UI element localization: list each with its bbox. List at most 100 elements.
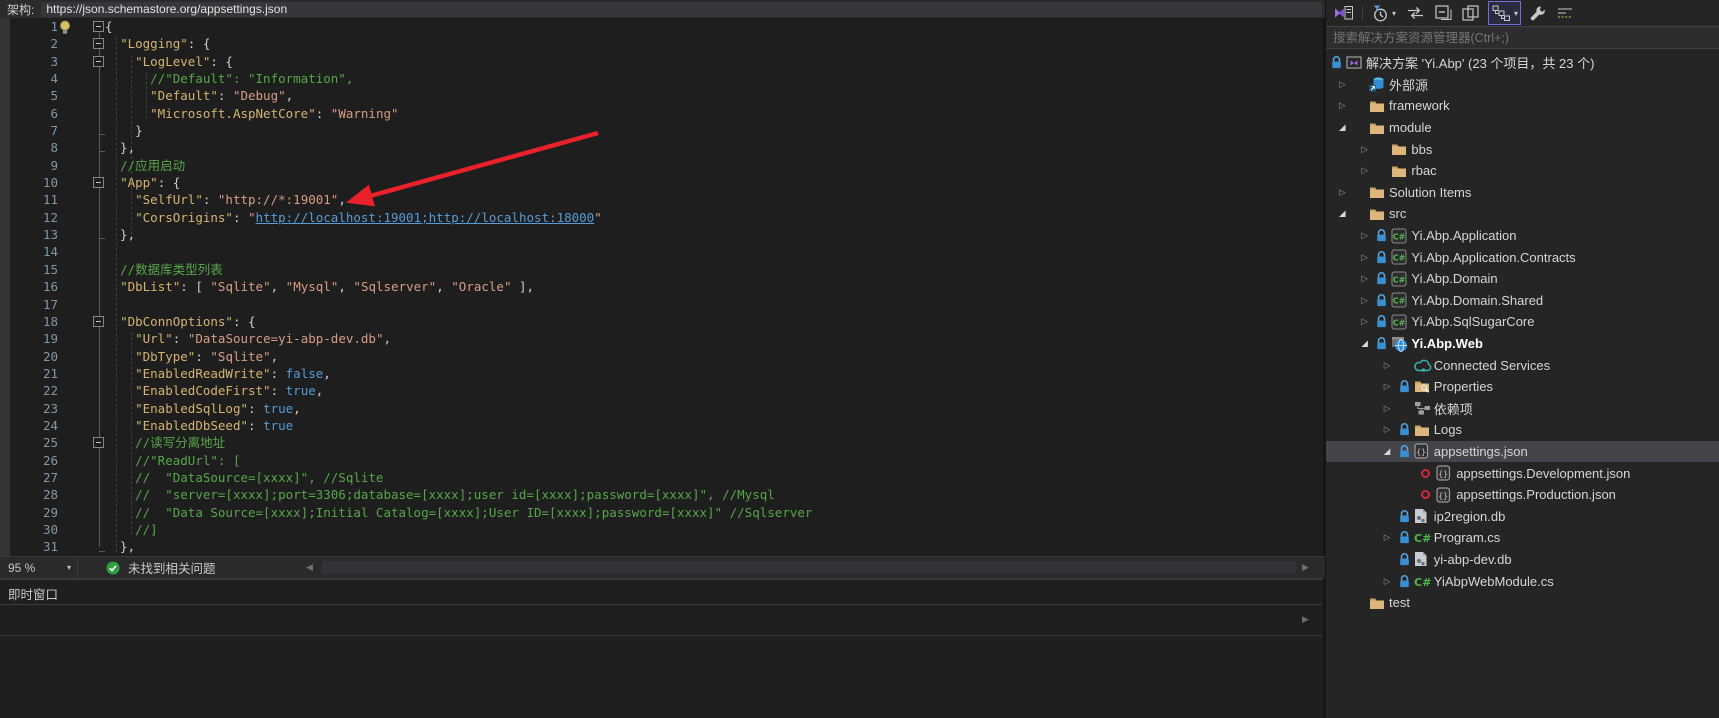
line-number[interactable]: 13 [0, 226, 58, 243]
collapsed-arrow-icon[interactable]: ▷ [1339, 187, 1354, 198]
editor-line[interactable]: 6 "Microsoft.AspNetCore": "Warning" [0, 105, 1325, 122]
expanded-arrow-icon[interactable]: ◢ [1339, 208, 1354, 219]
tree-item[interactable]: ▷Solution Items [1326, 182, 1719, 204]
editor-line[interactable]: 11 "SelfUrl": "http://*:19001", [0, 191, 1325, 208]
collapsed-arrow-icon[interactable]: ▷ [1384, 403, 1399, 414]
line-number[interactable]: 27 [0, 469, 58, 486]
line-number[interactable]: 3 [0, 53, 58, 70]
editor-line[interactable]: 13 }, [0, 226, 1325, 243]
editor-line[interactable]: 28 // "server=[xxxx];port=3306;database=… [0, 486, 1325, 503]
tree-item[interactable]: ◢module [1326, 117, 1719, 139]
collapsed-arrow-icon[interactable]: ▷ [1361, 252, 1376, 263]
line-number[interactable]: 10 [0, 174, 58, 191]
editor-line[interactable]: 27 // "DataSource=[xxxx]", //Sqlite [0, 469, 1325, 486]
editor-line[interactable]: 14 [0, 243, 1325, 260]
chevron-down-icon[interactable]: ▾ [1392, 9, 1396, 18]
editor-line[interactable]: 29 // "Data Source=[xxxx];Initial Catalo… [0, 504, 1325, 521]
collapsed-arrow-icon[interactable]: ▷ [1384, 424, 1399, 435]
tree-item[interactable]: yi-abp-dev.db [1326, 549, 1719, 571]
expanded-arrow-icon[interactable]: ◢ [1384, 446, 1399, 457]
line-number[interactable]: 25 [0, 434, 58, 451]
tree-item[interactable]: ▷rbac [1326, 160, 1719, 182]
properties-icon[interactable] [1461, 2, 1481, 24]
collapsed-arrow-icon[interactable]: ▷ [1339, 100, 1354, 111]
editor-line[interactable]: 30 //] [0, 521, 1325, 538]
line-number[interactable]: 7 [0, 122, 58, 139]
editor-line[interactable]: 9 //应用启动 [0, 157, 1325, 174]
tree-item[interactable]: ◢Yi.Abp.Web [1326, 333, 1719, 355]
collapsed-arrow-icon[interactable]: ▷ [1361, 144, 1376, 155]
tree-item[interactable]: 解决方案 'Yi.Abp' (23 个项目，共 23 个) [1326, 52, 1719, 74]
line-number[interactable]: 17 [0, 296, 58, 313]
line-number[interactable]: 23 [0, 400, 58, 417]
line-number[interactable]: 2 [0, 35, 58, 52]
editor-line[interactable]: 19 "Url": "DataSource=yi-abp-dev.db", [0, 330, 1325, 347]
collapsed-arrow-icon[interactable]: ▷ [1361, 273, 1376, 284]
expanded-arrow-icon[interactable]: ◢ [1339, 122, 1354, 133]
immediate-window-panel[interactable]: 即时窗口 ▶ [0, 578, 1325, 718]
tree-item[interactable]: {}appsettings.Development.json [1326, 462, 1719, 484]
expanded-arrow-icon[interactable]: ◢ [1361, 338, 1376, 349]
tree-item[interactable]: ip2region.db [1326, 505, 1719, 527]
collapsed-arrow-icon[interactable]: ▷ [1384, 360, 1399, 371]
collapsed-arrow-icon[interactable]: ▷ [1361, 295, 1376, 306]
tree-item[interactable]: ▷C#Program.cs [1326, 527, 1719, 549]
sync-selection-icon[interactable]: ▾ [1488, 1, 1521, 25]
line-number[interactable]: 24 [0, 417, 58, 434]
editor-line[interactable]: 20 "DbType": "Sqlite", [0, 348, 1325, 365]
hscroll-thumb[interactable] [322, 561, 1296, 574]
editor-line[interactable]: 16 "DbList": [ "Sqlite", "Mysql", "Sqlse… [0, 278, 1325, 295]
tree-item[interactable]: ▷bbs [1326, 138, 1719, 160]
line-number[interactable]: 21 [0, 365, 58, 382]
line-number[interactable]: 5 [0, 87, 58, 104]
line-number[interactable]: 8 [0, 139, 58, 156]
line-number[interactable]: 14 [0, 243, 58, 260]
json-code-editor[interactable]: 1{2 "Logging": {3 "LogLevel": {4 //"Defa… [0, 18, 1325, 556]
editor-line[interactable]: 31 }, [0, 538, 1325, 555]
sync-with-active-document-icon[interactable] [1404, 2, 1427, 24]
line-number[interactable]: 9 [0, 157, 58, 174]
line-number[interactable]: 16 [0, 278, 58, 295]
tree-item[interactable]: ▷依赖项 [1326, 398, 1719, 420]
editor-line[interactable]: 25 //读写分离地址 [0, 434, 1325, 451]
line-number[interactable]: 19 [0, 330, 58, 347]
editor-line[interactable]: 12 "CorsOrigins": "http://localhost:1900… [0, 209, 1325, 226]
line-number[interactable]: 18 [0, 313, 58, 330]
line-number[interactable]: 28 [0, 486, 58, 503]
imm-hscroll-right-arrow[interactable]: ▶ [1302, 614, 1309, 625]
editor-line[interactable]: 17 [0, 296, 1325, 313]
collapsed-arrow-icon[interactable]: ▷ [1339, 79, 1354, 90]
editor-line[interactable]: 4 //"Default": "Information", [0, 70, 1325, 87]
tree-item[interactable]: ▷Properties [1326, 376, 1719, 398]
search-input[interactable] [1326, 26, 1719, 49]
tree-item[interactable]: {}appsettings.Production.json [1326, 484, 1719, 506]
editor-line[interactable]: 26 //"ReadUrl": [ [0, 452, 1325, 469]
editor-line[interactable]: 22 "EnabledCodeFirst": true, [0, 382, 1325, 399]
tree-item[interactable]: ◢src [1326, 203, 1719, 225]
line-number[interactable]: 22 [0, 382, 58, 399]
line-number[interactable]: 4 [0, 70, 58, 87]
tree-item[interactable]: ▷C#Yi.Abp.Domain.Shared [1326, 290, 1719, 312]
editor-line[interactable]: 10 "App": { [0, 174, 1325, 191]
line-number[interactable]: 31 [0, 538, 58, 555]
editor-line[interactable]: 8 }, [0, 139, 1325, 156]
line-number[interactable]: 20 [0, 348, 58, 365]
tree-item[interactable]: ▷C#Yi.Abp.Application.Contracts [1326, 246, 1719, 268]
line-number[interactable]: 26 [0, 452, 58, 469]
lightbulb-icon[interactable] [58, 20, 72, 40]
collapsed-arrow-icon[interactable]: ▷ [1361, 316, 1376, 327]
editor-line[interactable]: 18 "DbConnOptions": { [0, 313, 1325, 330]
tree-item[interactable]: test [1326, 592, 1719, 614]
editor-line[interactable]: 23 "EnabledSqlLog": true, [0, 400, 1325, 417]
tree-item[interactable]: ▷framework [1326, 95, 1719, 117]
editor-line[interactable]: 3 "LogLevel": { [0, 53, 1325, 70]
collapsed-arrow-icon[interactable]: ▷ [1384, 381, 1399, 392]
collapsed-arrow-icon[interactable]: ▷ [1361, 165, 1376, 176]
tree-item[interactable]: ▷C#YiAbpWebModule.cs [1326, 570, 1719, 592]
collapse-all-icon[interactable] [1434, 2, 1454, 24]
zoom-selector[interactable]: 95 % ▾ [0, 557, 78, 578]
collapsed-arrow-icon[interactable]: ▷ [1361, 230, 1376, 241]
editor-line[interactable]: 1{ [0, 18, 1325, 35]
pending-changes-filter-icon[interactable]: ▾ [1370, 2, 1397, 24]
line-number[interactable]: 1 [0, 18, 58, 35]
